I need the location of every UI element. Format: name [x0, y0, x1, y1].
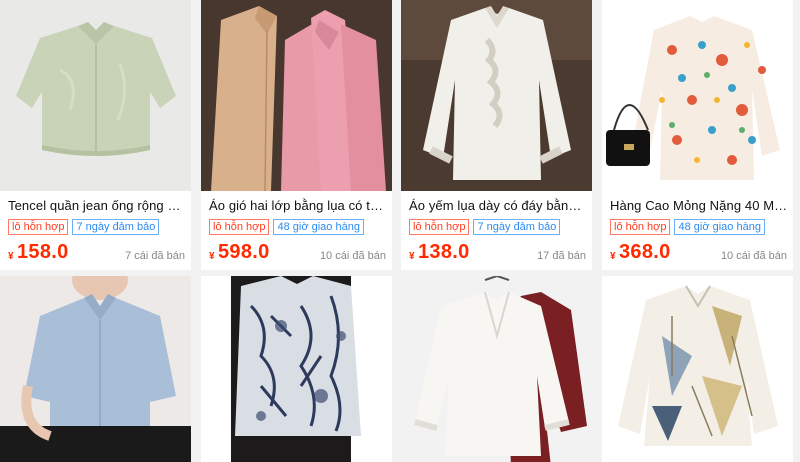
product-image-white-and-burgundy-shirts[interactable]	[401, 276, 592, 462]
product-image-mint-green-shirt[interactable]	[0, 0, 191, 191]
product-title[interactable]: Áo yếm lụa dày có đáy bằng lụa...	[409, 198, 587, 213]
product-image-white-ruffle-blouse[interactable]	[401, 0, 592, 191]
price-row: ¥ 368.0 10 cái đã bán	[610, 241, 787, 267]
product-image-light-blue-blouse[interactable]	[0, 276, 191, 462]
sold-count: 17 đã bán	[537, 250, 586, 262]
product-grid: Tencel quần jean ống rộng mề... lô hỗn h…	[0, 0, 800, 462]
product-card[interactable]: Hàng Cao Mỏng Nặng 40 Mm Q... lô hỗn hợp…	[602, 0, 793, 270]
currency-symbol: ¥	[409, 251, 415, 262]
product-title[interactable]: Hàng Cao Mỏng Nặng 40 Mm Q...	[610, 198, 788, 213]
product-price: 138.0	[418, 241, 470, 263]
product-card[interactable]	[401, 276, 592, 462]
mixed-batch-tag: lô hỗn hợp	[610, 219, 671, 235]
mixed-batch-tag: lô hỗn hợp	[409, 219, 470, 235]
currency-symbol: ¥	[610, 251, 616, 262]
price-row: ¥ 138.0 17 đã bán	[409, 241, 586, 267]
product-tags: lô hỗn hợp 7 ngày đảm bảo	[8, 219, 160, 235]
mixed-batch-tag: lô hỗn hợp	[209, 219, 270, 235]
sold-count: 10 cái đã bán	[319, 250, 386, 262]
currency-symbol: ¥	[8, 251, 14, 262]
product-image-beige-and-pink-silk-shirts[interactable]	[201, 0, 392, 191]
product-card[interactable]	[0, 276, 191, 462]
product-price: 368.0	[619, 241, 671, 263]
currency-symbol: ¥	[209, 251, 215, 262]
product-card[interactable]	[602, 276, 793, 462]
price-row: ¥ 158.0 7 cái đã bán	[8, 241, 185, 267]
product-title[interactable]: Áo gió hai lớp bằng lụa có thể t...	[209, 198, 387, 213]
guarantee-tag: 7 ngày đảm bảo	[72, 219, 160, 235]
price-row: ¥ 598.0 10 cái đã bán	[209, 241, 386, 267]
sold-count: 10 cái đã bán	[720, 250, 787, 262]
product-price: 158.0	[17, 241, 69, 263]
sold-count: 7 cái đã bán	[125, 250, 185, 262]
product-card[interactable]: Tencel quần jean ống rộng mề... lô hỗn h…	[0, 0, 191, 270]
product-tags: lô hỗn hợp 48 giờ giao hàng	[209, 219, 364, 235]
delivery-tag: 48 giờ giao hàng	[273, 219, 364, 235]
product-image-floral-print-shirt[interactable]	[602, 0, 793, 191]
product-card[interactable]	[201, 276, 392, 462]
product-tags: lô hỗn hợp 48 giờ giao hàng	[610, 219, 765, 235]
product-image-navy-print-silk-shirt[interactable]	[201, 276, 392, 462]
delivery-tag: 48 giờ giao hàng	[674, 219, 765, 235]
mixed-batch-tag: lô hỗn hợp	[8, 219, 69, 235]
guarantee-tag: 7 ngày đảm bảo	[473, 219, 561, 235]
product-tags: lô hỗn hợp 7 ngày đảm bảo	[409, 219, 561, 235]
product-image-geometric-print-shirt[interactable]	[602, 276, 793, 462]
product-card[interactable]: Áo yếm lụa dày có đáy bằng lụa... lô hỗn…	[401, 0, 592, 270]
product-price: 598.0	[218, 241, 270, 263]
product-card[interactable]: Áo gió hai lớp bằng lụa có thể t... lô h…	[201, 0, 392, 270]
product-title[interactable]: Tencel quần jean ống rộng mề...	[8, 198, 186, 213]
